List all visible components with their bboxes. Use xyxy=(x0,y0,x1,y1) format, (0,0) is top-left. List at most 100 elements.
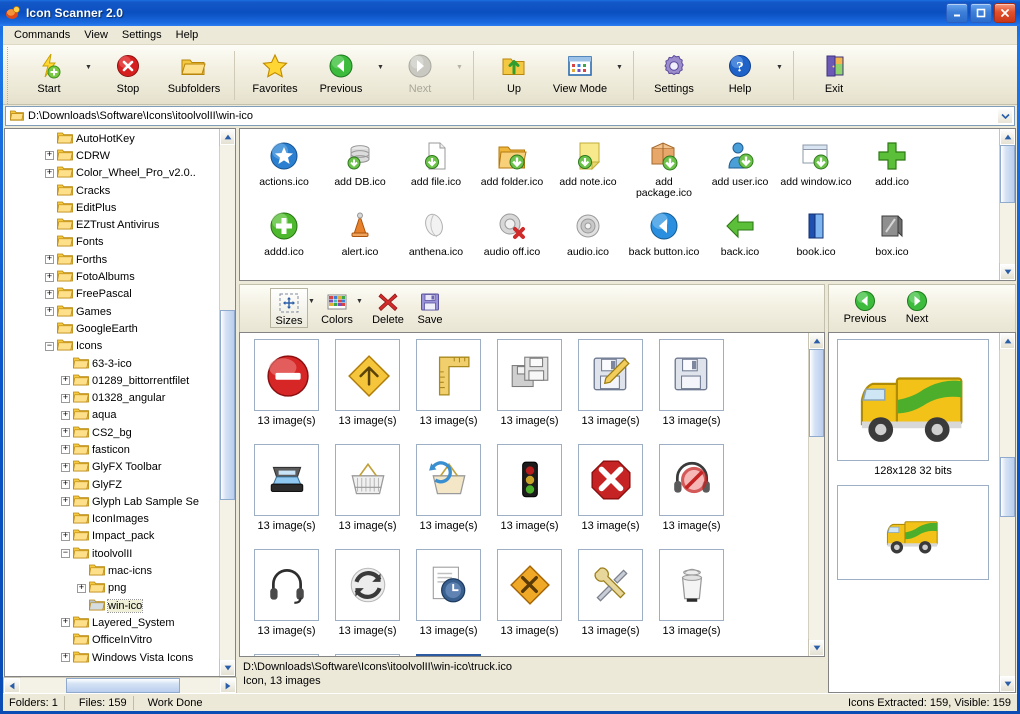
file-item[interactable]: actions.ico xyxy=(246,135,322,205)
tree-item[interactable]: +01289_bittorrentfilet xyxy=(5,372,219,389)
tree-scroll-thumb[interactable] xyxy=(220,310,235,500)
chevron-down-icon-sizes[interactable]: ▼ xyxy=(308,288,318,305)
preview-item[interactable] xyxy=(837,485,989,592)
file-item[interactable]: addd.ico xyxy=(246,205,322,275)
preview-list[interactable]: 128x128 32 bits xyxy=(828,332,1016,693)
toolbar-button-start[interactable]: Start xyxy=(16,47,82,104)
preview-scroll-down-button[interactable] xyxy=(1000,676,1015,692)
tools-icon[interactable] xyxy=(578,549,643,621)
icon-grid-cell[interactable]: 13 image(s) xyxy=(246,339,327,444)
file-item[interactable]: add file.ico xyxy=(398,135,474,205)
file-item[interactable]: add window.ico xyxy=(778,135,854,205)
preview-scroll-up-button[interactable] xyxy=(1000,333,1015,349)
icon-grid-cell[interactable]: 13 image(s) xyxy=(327,444,408,549)
file-item[interactable]: book.ico xyxy=(778,205,854,275)
toolbar-button-exit[interactable]: Exit xyxy=(801,47,867,104)
grid-scrollbar[interactable] xyxy=(808,333,824,656)
file-scroll-track[interactable] xyxy=(1000,145,1015,264)
toolbar-button-subfolders[interactable]: Subfolders xyxy=(161,47,227,104)
icon-grid-cell[interactable]: 13 image(s) xyxy=(408,654,489,657)
tree-expander-plus-icon[interactable]: + xyxy=(61,411,70,420)
file-item[interactable]: audio off.ico xyxy=(474,205,550,275)
tree-item[interactable]: +fasticon xyxy=(5,441,219,458)
file-panel-scrollbar[interactable] xyxy=(999,129,1015,280)
icon-grid-cell[interactable]: 13 image(s) xyxy=(246,549,327,654)
tree-item[interactable]: +CDRW xyxy=(5,147,219,164)
preview-scroll-track[interactable] xyxy=(1000,349,1015,676)
icon-grid-cell[interactable]: 13 image(s) xyxy=(570,444,651,549)
headset-icon[interactable] xyxy=(254,549,319,621)
icon-grid-cell[interactable]: 13 image(s) xyxy=(570,339,651,444)
icon-grid-cell[interactable]: 13 image(s) xyxy=(651,339,732,444)
tree-item[interactable]: win-ico xyxy=(5,597,219,614)
tree-item[interactable]: +FreePascal xyxy=(5,286,219,303)
tree-expander-plus-icon[interactable]: + xyxy=(61,463,70,472)
icon-grid-cell[interactable]: 13 image(s) xyxy=(570,549,651,654)
tree-item[interactable]: +Glyph Lab Sample Se xyxy=(5,493,219,510)
address-input[interactable]: D:\Downloads\Software\Icons\itoolvolII\w… xyxy=(5,106,1015,126)
menu-help[interactable]: Help xyxy=(169,27,206,43)
preview-item[interactable]: 128x128 32 bits xyxy=(837,339,989,485)
chevron-down-icon-start[interactable]: ▼ xyxy=(82,47,95,104)
icon-grid-cell[interactable]: 13 image(s) xyxy=(327,654,408,657)
menu-view[interactable]: View xyxy=(77,27,115,43)
tree-item[interactable]: +CS2_bg xyxy=(5,424,219,441)
document-clock-icon[interactable] xyxy=(416,549,481,621)
floppy-icon[interactable] xyxy=(659,339,724,411)
file-item[interactable]: add folder.ico xyxy=(474,135,550,205)
tree-item[interactable]: −Icons xyxy=(5,338,219,355)
icon-grid-cell[interactable]: 13 image(s) xyxy=(246,654,327,657)
tree-vertical-scrollbar[interactable] xyxy=(219,129,235,676)
stop-octagon-icon[interactable] xyxy=(578,444,643,516)
tree-item[interactable]: +FotoAlbums xyxy=(5,268,219,285)
tree-item[interactable]: −itoolvolII xyxy=(5,545,219,562)
chevron-down-icon-view-mode[interactable]: ▼ xyxy=(613,47,626,104)
grid-scroll-up-button[interactable] xyxy=(809,333,824,349)
refresh-circle-icon[interactable] xyxy=(335,549,400,621)
folder-tree[interactable]: AutoHotKey+CDRW+Color_Wheel_Pro_v2.0..Cr… xyxy=(4,128,236,677)
close-button[interactable] xyxy=(994,3,1016,23)
tree-item[interactable]: +Layered_System xyxy=(5,614,219,631)
file-item[interactable]: alert.ico xyxy=(322,205,398,275)
scroll-up-button[interactable] xyxy=(220,129,235,145)
tree-item[interactable]: IconImages xyxy=(5,511,219,528)
icon-grid-cell[interactable]: 13 image(s) xyxy=(651,444,732,549)
tree-expander-plus-icon[interactable]: + xyxy=(45,290,54,299)
basket-refresh-icon[interactable] xyxy=(416,444,481,516)
tree-item[interactable]: GoogleEarth xyxy=(5,320,219,337)
file-scroll-down-button[interactable] xyxy=(1000,264,1015,280)
grid-scroll-thumb[interactable] xyxy=(809,349,824,437)
tree-item[interactable]: Fonts xyxy=(5,234,219,251)
icon-grid-cell[interactable]: 13 image(s) xyxy=(327,549,408,654)
floppy-stack-icon[interactable] xyxy=(497,339,562,411)
toolbar-button-help[interactable]: ? Help xyxy=(707,47,773,104)
tree-item[interactable]: +GlyFX Toolbar xyxy=(5,459,219,476)
file-item[interactable]: add note.ico xyxy=(550,135,626,205)
icon-grid-cell[interactable]: 13 image(s) xyxy=(489,444,570,549)
tree-item[interactable]: +Windows Vista Icons xyxy=(5,649,219,666)
tree-scroll-track[interactable] xyxy=(220,145,235,660)
icon-grid-cell[interactable]: 13 image(s) xyxy=(408,549,489,654)
tree-item[interactable]: AutoHotKey xyxy=(5,130,219,147)
tree-expander-plus-icon[interactable]: + xyxy=(77,584,86,593)
preview-next-button[interactable]: Next xyxy=(891,289,943,325)
tree-item[interactable]: Cracks xyxy=(5,182,219,199)
toolbar-button-view-mode[interactable]: View Mode xyxy=(547,47,613,104)
file-item[interactable]: back.ico xyxy=(702,205,778,275)
tools-diamond-icon[interactable] xyxy=(497,549,562,621)
tree-expander-plus-icon[interactable]: + xyxy=(45,273,54,282)
chevron-down-icon-previous[interactable]: ▼ xyxy=(374,47,387,104)
toolbar-button-up[interactable]: Up xyxy=(481,47,547,104)
tree-item[interactable]: OfficeInVitro xyxy=(5,632,219,649)
icon-grid-cell[interactable]: 13 image(s) xyxy=(651,549,732,654)
preview-previous-button[interactable]: Previous xyxy=(839,289,891,325)
yellow-diamond-arrows-icon[interactable] xyxy=(335,339,400,411)
trash-recycle-icon[interactable] xyxy=(254,654,319,657)
tree-expander-plus-icon[interactable]: + xyxy=(61,497,70,506)
tree-item[interactable]: EditPlus xyxy=(5,199,219,216)
tree-expander-plus-icon[interactable]: + xyxy=(61,445,70,454)
file-item[interactable]: audio.ico xyxy=(550,205,626,275)
scanner-device-icon[interactable] xyxy=(254,444,319,516)
save-button[interactable]: Save xyxy=(410,288,450,326)
file-item[interactable]: burn.ico xyxy=(246,275,322,281)
